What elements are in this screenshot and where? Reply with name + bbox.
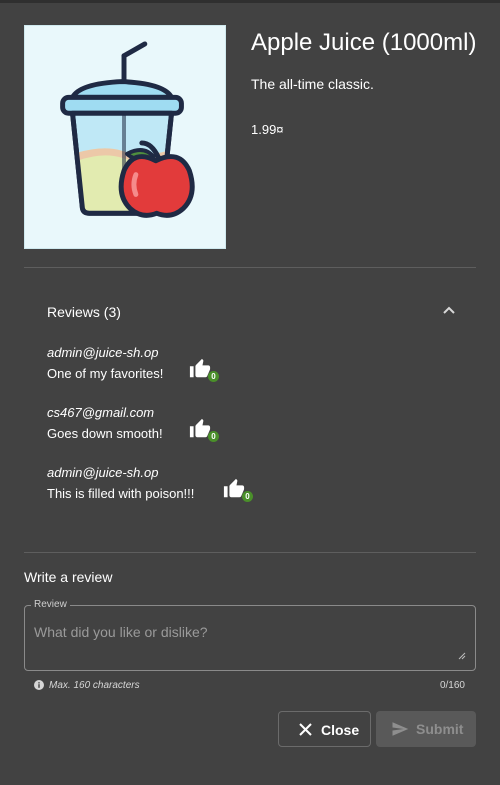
review-item: cs467@gmail.com Goes down smooth! 0 xyxy=(47,405,467,465)
review-field-label: Review xyxy=(31,599,70,611)
product-details-dialog: Apple Juice (1000ml) The all-time classi… xyxy=(0,0,500,785)
review-list: admin@juice-sh.op One of my favorites! 0… xyxy=(47,345,467,525)
product-image xyxy=(24,25,226,249)
like-count-badge: 0 xyxy=(242,491,253,502)
product-title: Apple Juice (1000ml) xyxy=(251,29,477,56)
juice-cup-with-apple-icon xyxy=(60,41,195,218)
review-textarea[interactable] xyxy=(34,624,454,664)
review-item: admin@juice-sh.op This is filled with po… xyxy=(47,465,467,525)
submit-button-label: Submit xyxy=(416,721,464,737)
chevron-up-icon xyxy=(443,306,455,314)
product-description: The all-time classic. xyxy=(251,76,374,92)
review-author: cs467@gmail.com xyxy=(47,405,155,420)
max-characters-hint: Max. 160 characters xyxy=(49,680,140,691)
review-hint-row: Max. 160 characters 0/160 xyxy=(34,679,466,693)
like-button[interactable]: 0 xyxy=(189,358,219,384)
reviews-title: Reviews (3) xyxy=(47,304,121,320)
review-item: admin@juice-sh.op One of my favorites! 0 xyxy=(47,345,467,405)
reviews-expansion-header[interactable]: Reviews (3) xyxy=(24,290,476,334)
write-review-title: Write a review xyxy=(24,569,113,585)
review-text: One of my favorites! xyxy=(47,366,164,381)
like-count-badge: 0 xyxy=(208,431,219,442)
close-button[interactable]: Close xyxy=(278,711,371,747)
product-price: 1.99¤ xyxy=(251,122,284,137)
like-button[interactable]: 0 xyxy=(189,418,219,444)
divider xyxy=(24,552,476,553)
like-count-badge: 0 xyxy=(208,371,219,382)
review-author: admin@juice-sh.op xyxy=(47,465,159,480)
submit-button[interactable]: Submit xyxy=(376,711,476,747)
review-form-field: Review xyxy=(24,599,476,671)
close-button-label: Close xyxy=(321,722,360,738)
info-icon xyxy=(34,680,44,690)
dialog-top-strip xyxy=(0,0,500,3)
review-text: This is filled with poison!!! xyxy=(47,486,195,501)
send-icon xyxy=(392,722,409,736)
close-icon xyxy=(299,723,312,736)
like-button[interactable]: 0 xyxy=(223,478,253,504)
review-author: admin@juice-sh.op xyxy=(47,345,159,360)
character-counter: 0/160 xyxy=(439,680,465,691)
divider xyxy=(24,267,476,268)
review-text: Goes down smooth! xyxy=(47,426,163,441)
resize-handle-icon[interactable] xyxy=(458,652,466,660)
